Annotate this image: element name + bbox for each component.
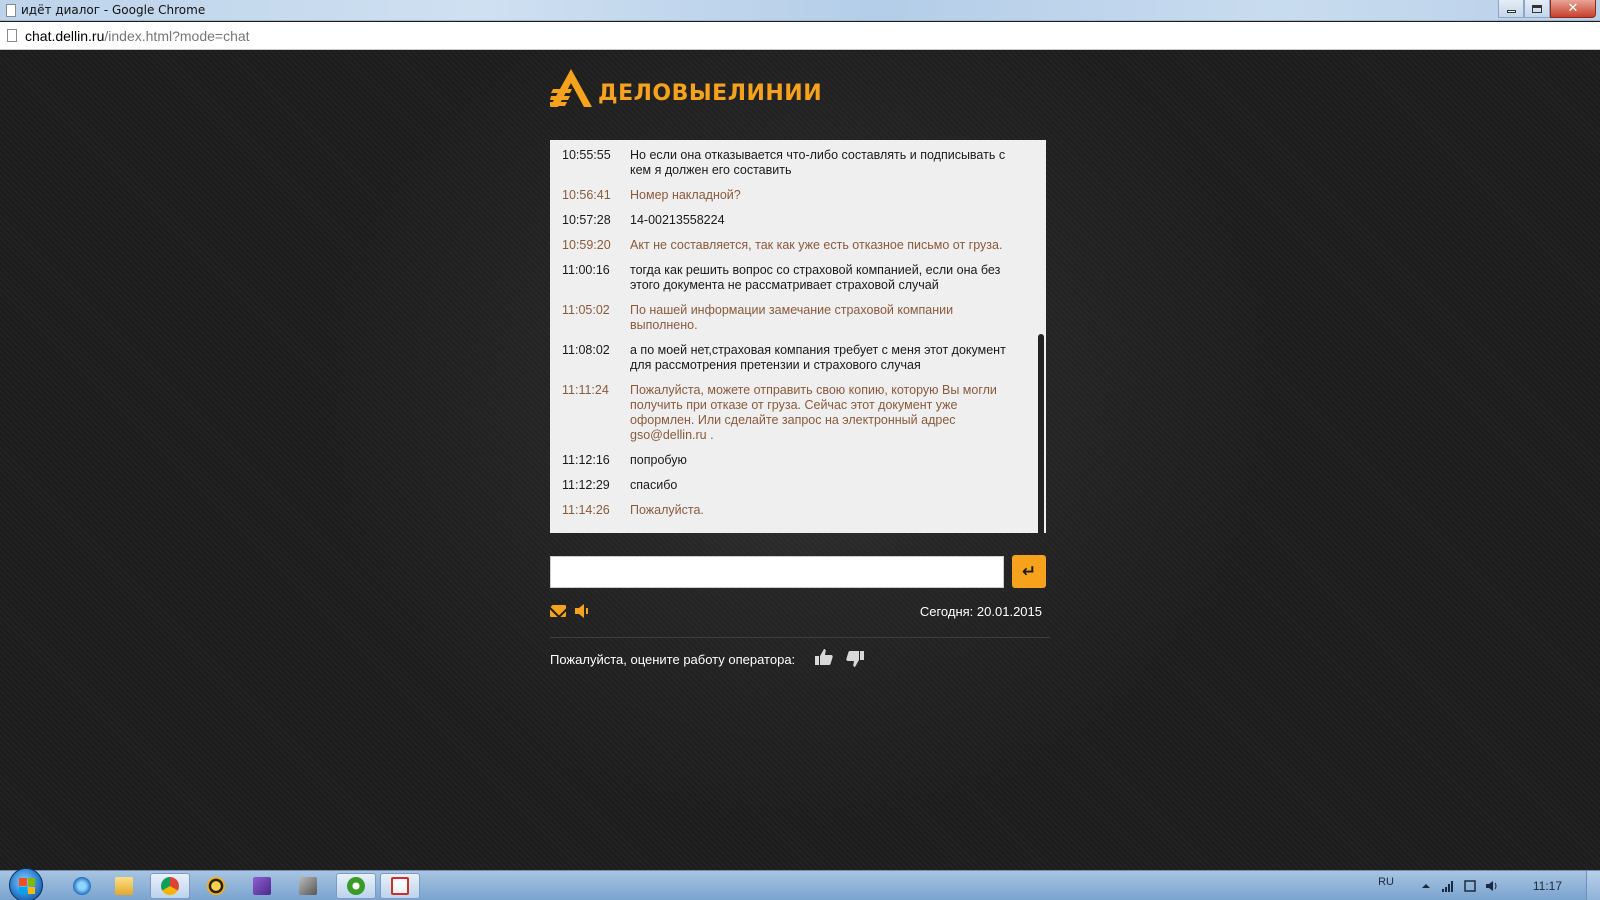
- chat-message: 10:56:41 Номер накладной?: [550, 188, 1034, 203]
- chat-history[interactable]: 10:55:55 Но если она отказывается что-либ…: [550, 140, 1046, 533]
- message-time: 11:08:02: [562, 343, 610, 357]
- taskbar-app-6[interactable]: [288, 873, 328, 899]
- window-title: идёт диалог - Google Chrome: [21, 3, 206, 17]
- message-time: 10:59:20: [562, 238, 611, 252]
- page-icon: [7, 29, 17, 42]
- tool-icon: [299, 877, 317, 895]
- message-time: 11:05:02: [562, 303, 610, 317]
- chrome-icon: [161, 877, 179, 895]
- chat-message: 11:12:29 спасибо: [550, 478, 1034, 493]
- taskbar-utorrent[interactable]: [336, 873, 376, 899]
- message-time: 10:57:28: [562, 213, 611, 227]
- send-button[interactable]: ↵: [1012, 555, 1046, 588]
- message-text: спасибо: [630, 478, 678, 492]
- logo-mark-icon: [550, 69, 592, 107]
- close-button[interactable]: ✕: [1550, 0, 1596, 18]
- windows-logo-icon: [19, 878, 35, 894]
- taskbar-chrome[interactable]: [150, 873, 190, 899]
- message-text: Номер накладной?: [630, 188, 741, 202]
- message-text: попробую: [630, 453, 687, 467]
- message-text: Пожалуйста.: [630, 503, 704, 517]
- show-hidden-icons-icon[interactable]: [1420, 880, 1432, 892]
- chat-message: 11:08:02 а по моей нет,страховая компания…: [550, 343, 1034, 373]
- chat-message: 11:00:16 тогда как решить вопрос со страх…: [550, 263, 1034, 293]
- chat-message: 11:12:16 попробую: [550, 453, 1034, 468]
- chat-message: 11:14:26 Пожалуйста.: [550, 503, 1034, 518]
- clock[interactable]: 11:17: [1533, 879, 1562, 893]
- today-date: Сегодня: 20.01.2015: [920, 604, 1042, 619]
- show-desktop-button[interactable]: [1586, 871, 1600, 900]
- thumbs-down-icon[interactable]: [846, 650, 864, 668]
- taskbar: RU 11:17: [0, 868, 1600, 900]
- chat-message: 10:57:28 14-00213558224: [550, 213, 1034, 228]
- scrollbar[interactable]: [1038, 144, 1044, 533]
- minimize-button[interactable]: [1498, 0, 1524, 18]
- chat-tools: Сегодня: 20.01.2015: [550, 602, 1050, 624]
- volume-icon[interactable]: [1486, 880, 1498, 892]
- address-bar[interactable]: chat.dellin.ru/index.html?mode=chat: [0, 22, 1600, 50]
- action-center-icon[interactable]: [1464, 880, 1476, 892]
- taskbar-visual-studio[interactable]: [242, 873, 282, 899]
- taskbar-explorer[interactable]: [104, 873, 144, 899]
- scrollbar-thumb[interactable]: [1038, 334, 1044, 533]
- speaker-icon[interactable]: [575, 603, 589, 619]
- network-icon[interactable]: [1442, 880, 1454, 892]
- message-time: 11:11:24: [562, 383, 609, 397]
- mail-icon[interactable]: [550, 605, 566, 617]
- taskbar-ie[interactable]: [62, 873, 102, 899]
- message-compose: ↵: [550, 555, 1046, 588]
- message-time: 11:12:16: [562, 453, 610, 467]
- url-host: chat.dellin.ru: [25, 28, 105, 44]
- message-input[interactable]: [550, 556, 1004, 588]
- chat-message: 11:05:02 По нашей информации замечание ст…: [550, 303, 1034, 333]
- message-list: 10:55:55 Но если она отказывается что-либ…: [550, 140, 1034, 533]
- operator-rating: Пожалуйста, оцените работу оператора:: [550, 648, 1050, 670]
- restore-button[interactable]: [1524, 0, 1550, 18]
- message-text: тогда как решить вопрос со страховой ком…: [630, 263, 1001, 292]
- brand-logo: ДЕЛОВЫЕЛИНИИ: [550, 67, 822, 107]
- message-text: Акт не составляется, так как уже есть от…: [630, 238, 1003, 252]
- thumbs-up-icon[interactable]: [815, 648, 833, 666]
- taskbar-pdf[interactable]: [380, 873, 420, 899]
- message-time: 11:12:29: [562, 478, 610, 492]
- close-icon: ✕: [1567, 1, 1579, 16]
- language-indicator[interactable]: RU: [1378, 876, 1394, 888]
- window-title-bar: идёт диалог - Google Chrome ✕: [0, 0, 1600, 21]
- folder-icon: [115, 877, 133, 895]
- pdf-icon: [391, 877, 409, 895]
- message-text: По нашей информации замечание страховой …: [630, 303, 954, 332]
- divider: [550, 637, 1050, 638]
- message-time: 11:14:26: [562, 503, 610, 517]
- message-time: 11:00:16: [562, 263, 610, 277]
- today-value: 20.01.2015: [976, 604, 1042, 619]
- app-icon: [207, 877, 225, 895]
- url-text[interactable]: chat.dellin.ru/index.html?mode=chat: [25, 28, 250, 44]
- page-icon: [6, 4, 16, 17]
- restore-icon: [1532, 4, 1542, 13]
- message-time: 10:55:55: [562, 148, 611, 162]
- utorrent-icon: [347, 877, 365, 895]
- ie-icon: [73, 877, 91, 895]
- url-path: /index.html?mode=chat: [104, 28, 250, 44]
- message-text: а по моей нет,страховая компания требует…: [630, 343, 1006, 372]
- chat-message: 10:59:20 Акт не составляется, так как уже…: [550, 238, 1034, 253]
- today-label: Сегодня:: [919, 604, 974, 619]
- visual-studio-icon: [253, 877, 271, 895]
- chat-message: 11:11:24 Пожалуйста, можете отправить сво…: [550, 383, 1034, 443]
- taskbar-app-4[interactable]: [196, 873, 236, 899]
- enter-icon: ↵: [1021, 561, 1037, 582]
- rating-prompt: Пожалуйста, оцените работу оператора:: [550, 652, 796, 667]
- brand-name: ДЕЛОВЫЕЛИНИИ: [598, 81, 823, 106]
- minimize-icon: [1506, 10, 1516, 13]
- window-controls: ✕: [1498, 0, 1596, 18]
- message-text: Но если она отказывается что-либо состав…: [630, 148, 1006, 177]
- message-time: 10:56:41: [562, 188, 611, 202]
- message-text: 14-00213558224: [630, 213, 725, 227]
- chat-page: ДЕЛОВЫЕЛИНИИ 10:55:55 Но если она отказыв…: [0, 51, 1600, 870]
- start-button[interactable]: [9, 868, 43, 900]
- chat-message: 10:55:55 Но если она отказывается что-либ…: [550, 148, 1034, 178]
- message-text: Пожалуйста, можете отправить свою копию,…: [630, 383, 997, 442]
